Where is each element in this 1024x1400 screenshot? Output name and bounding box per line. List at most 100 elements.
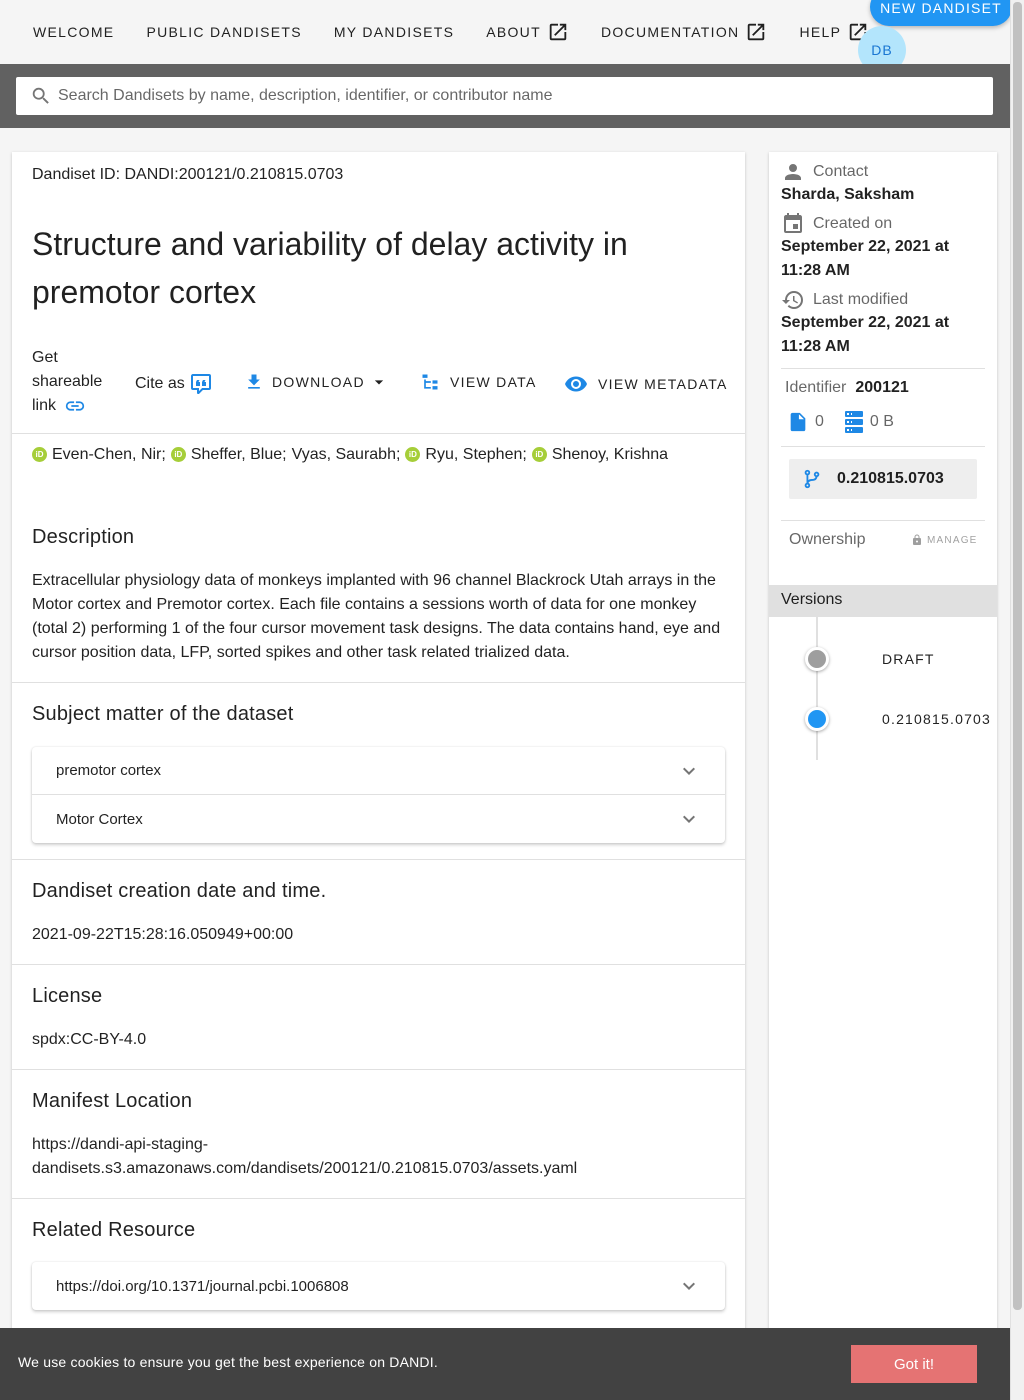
cite-as-button[interactable]: Cite as xyxy=(135,372,213,396)
manifest-heading: Manifest Location xyxy=(32,1090,193,1112)
manage-ownership-button[interactable]: MANAGE xyxy=(911,534,978,546)
subject-item[interactable]: premotor cortex xyxy=(32,747,725,795)
description-text: Extracellular physiology data of monkeys… xyxy=(32,572,721,661)
nav-welcome[interactable]: WELCOME xyxy=(0,0,130,64)
page-scrollbar[interactable] xyxy=(1010,0,1024,1400)
contact-label-text: Contact xyxy=(813,163,869,180)
nav-documentation[interactable]: DOCUMENTATION xyxy=(585,0,783,64)
versions-timeline-line xyxy=(816,617,818,760)
new-dandiset-label: NEW DANDISET xyxy=(880,0,1002,16)
open-in-new-icon xyxy=(549,23,567,41)
eye-icon xyxy=(565,376,587,392)
description-heading: Description xyxy=(32,526,135,548)
modified-value: September 22, 2021 at 11:28 AM xyxy=(781,311,981,359)
modified-label-text: Last modified xyxy=(813,291,909,308)
nav-documentation-label: DOCUMENTATION xyxy=(600,24,740,40)
nav-help-label: HELP xyxy=(799,24,842,40)
current-version-chip[interactable]: 0.210815.0703 xyxy=(789,459,977,499)
account-icon xyxy=(785,164,801,180)
contributor-item[interactable]: iD Sheffer, Blue; xyxy=(170,446,287,464)
license-value: spdx:CC-BY-4.0 xyxy=(32,1031,147,1048)
new-dandiset-button[interactable]: NEW DANDISET xyxy=(870,0,1012,26)
avatar-initials: DB xyxy=(871,42,893,58)
divider xyxy=(12,859,745,860)
contributor-name: Ryu, Stephen; xyxy=(425,446,527,463)
format-quote-icon xyxy=(190,374,211,394)
scrollbar-thumb[interactable] xyxy=(1013,2,1022,1310)
contributor-item[interactable]: iD Even-Chen, Nir; xyxy=(32,446,166,464)
orcid-icon[interactable]: iD xyxy=(531,447,547,462)
creation-date-value: 2021-09-22T15:28:16.050949+00:00 xyxy=(32,926,294,943)
version-item-published[interactable]: 0.210815.0703 xyxy=(882,711,991,727)
related-resource-url: https://doi.org/10.1371/journal.pcbi.100… xyxy=(56,1277,349,1295)
action-bar: Get shareable link Cite as DOWNLOAD VIEW… xyxy=(12,342,745,434)
manage-label: MANAGE xyxy=(927,534,978,546)
current-version-label: 0.210815.0703 xyxy=(837,470,944,487)
ownership-label: Ownership xyxy=(789,531,866,548)
search-input[interactable] xyxy=(58,87,958,105)
view-data-label: VIEW DATA xyxy=(450,374,537,390)
subject-item-label: premotor cortex xyxy=(56,762,162,779)
source-branch-icon xyxy=(804,469,820,489)
divider xyxy=(12,964,745,965)
share-label-line3: link xyxy=(32,397,57,414)
cite-as-label: Cite as xyxy=(135,375,185,392)
contact-value: Sharda, Saksham xyxy=(781,186,915,203)
version-dot xyxy=(805,647,829,671)
related-resource-heading: Related Resource xyxy=(32,1219,196,1241)
manifest-line2: dandisets.s3.amazonaws.com/dandisets/200… xyxy=(32,1160,578,1177)
divider xyxy=(781,520,985,521)
cookie-message: We use cookies to ensure you get the bes… xyxy=(18,1354,438,1370)
contributor-item[interactable]: Vyas, Saurabh; xyxy=(292,446,401,464)
nav-public-dandisets-label: PUBLIC DANDISETS xyxy=(146,24,302,40)
nav-my-dandisets[interactable]: MY DANDISETS xyxy=(318,0,470,64)
identifier-label: Identifier xyxy=(785,379,847,396)
database-icon xyxy=(844,411,863,433)
calendar-icon xyxy=(784,213,802,233)
contributor-item[interactable]: iD Ryu, Stephen; xyxy=(405,446,527,464)
nav-my-dandisets-label: MY DANDISETS xyxy=(333,24,455,40)
get-shareable-link-button[interactable]: Get shareable link xyxy=(32,346,112,418)
related-resource-item[interactable]: https://doi.org/10.1371/journal.pcbi.100… xyxy=(32,1262,725,1310)
search-band xyxy=(0,64,1010,128)
version-item-draft[interactable]: DRAFT xyxy=(882,651,935,667)
cookie-accept-button[interactable]: Got it! xyxy=(851,1345,977,1383)
share-label-line1: Get xyxy=(32,349,58,366)
chevron-down-icon xyxy=(683,767,695,775)
chevron-down-icon xyxy=(683,1282,695,1290)
view-metadata-button[interactable]: VIEW METADATA xyxy=(564,372,728,396)
view-data-button[interactable]: VIEW DATA xyxy=(420,372,537,392)
download-button[interactable]: DOWNLOAD xyxy=(244,372,389,392)
created-label-text: Created on xyxy=(813,215,893,232)
view-metadata-label: VIEW METADATA xyxy=(598,376,728,392)
nav-about-label: ABOUT xyxy=(486,24,541,40)
dandiset-id: Dandiset ID: DANDI:200121/0.210815.0703 xyxy=(32,166,344,183)
manifest-value: https://dandi-api-staging- dandisets.s3.… xyxy=(32,1133,722,1181)
cookie-accept-label: Got it! xyxy=(893,1355,934,1373)
subject-matter-heading: Subject matter of the dataset xyxy=(32,703,294,725)
related-resource-panel: https://doi.org/10.1371/journal.pcbi.100… xyxy=(32,1262,725,1310)
search-box xyxy=(16,77,993,115)
modified-value-line2: 11:28 AM xyxy=(781,338,850,355)
orcid-icon[interactable]: iD xyxy=(170,447,186,462)
chevron-down-icon xyxy=(683,815,695,823)
subject-item[interactable]: Motor Cortex xyxy=(32,795,725,843)
contributor-name: Shenoy, Krishna xyxy=(551,446,669,463)
divider xyxy=(781,446,985,447)
open-in-new-icon xyxy=(748,23,765,41)
file-count: 0 xyxy=(815,413,824,430)
nav-about[interactable]: ABOUT xyxy=(470,0,585,64)
orcid-icon[interactable]: iD xyxy=(32,447,47,462)
identifier-row: Identifier 200121 xyxy=(785,379,909,397)
contributor-name: Vyas, Saurabh; xyxy=(291,446,401,463)
nav-public-dandisets[interactable]: PUBLIC DANDISETS xyxy=(130,0,317,64)
download-label: DOWNLOAD xyxy=(272,374,365,390)
metadata-sidebar: Contact Sharda, Saksham Created on Septe… xyxy=(769,152,997,1400)
share-label-line2: shareable xyxy=(32,373,103,390)
created-label: Created on xyxy=(781,212,892,236)
orcid-icon[interactable]: iD xyxy=(405,447,421,462)
versions-heading: Versions xyxy=(769,585,997,617)
lock-icon xyxy=(913,534,921,545)
contributor-item[interactable]: iD Shenoy, Krishna xyxy=(531,446,669,464)
modified-label: Last modified xyxy=(781,288,908,312)
